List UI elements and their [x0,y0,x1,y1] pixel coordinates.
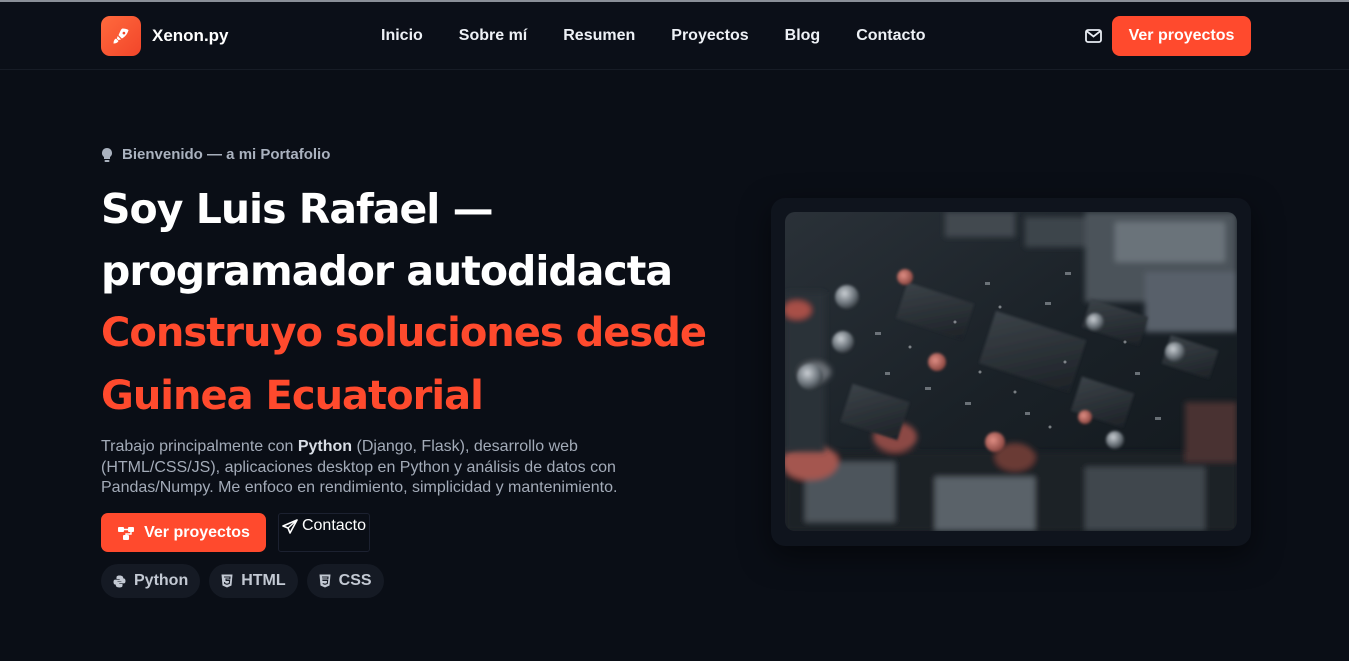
nav-link-resumen[interactable]: Resumen [563,27,635,45]
hero-title-line1: Soy Luis Rafael — [101,185,494,233]
hero-description: Trabajo principalmente con Python (Djang… [101,437,671,499]
hero-title-line2: programador autodidacta [101,247,673,295]
hero-eyebrow-text: Bienvenido — a mi Portafolio [122,146,331,163]
chip-python: Python [101,564,201,598]
python-icon [113,575,126,587]
css3-icon [319,574,331,588]
nav-link-proyectos[interactable]: Proyectos [671,27,748,45]
chip-html: HTML [209,564,298,598]
view-projects-button[interactable]: Ver proyectos [101,513,266,552]
nav-link-blog[interactable]: Blog [785,27,821,45]
chip-css-label: CSS [338,572,372,589]
view-projects-label: Ver proyectos [144,523,250,541]
circuit-board-image [785,212,1237,531]
chip-html-label: HTML [241,572,286,589]
html5-icon [221,574,233,588]
hero-title: Soy Luis Rafael — programador autodidact… [101,178,741,302]
hero-accent-heading: Construyo soluciones desde Guinea Ecuato… [101,302,741,428]
mail-icon[interactable] [1085,29,1102,43]
brand[interactable]: Xenon.py [101,16,229,56]
lightbulb-icon [102,147,112,162]
chip-python-label: Python [134,572,189,589]
nav-links: Inicio Sobre mí Resumen Proyectos Blog C… [381,27,962,45]
chip-css: CSS [306,564,384,598]
hero-accent-line2: Guinea Ecuatorial [101,373,484,419]
nav-link-inicio[interactable]: Inicio [381,27,423,45]
hero-image-card [771,198,1251,546]
contact-label: Contacto [301,517,367,534]
brand-name: Xenon.py [152,26,229,45]
nav-cta-button[interactable]: Ver proyectos [1112,16,1251,56]
hero-accent-line1: Construyo soluciones desde [101,310,707,356]
navbar: Xenon.py Inicio Sobre mí Resumen Proyect… [0,2,1349,70]
hero-desc-part1: Trabajo principalmente con [101,438,298,455]
nav-link-contacto[interactable]: Contacto [856,27,925,45]
hero-eyebrow: Bienvenido — a mi Portafolio [101,146,330,163]
hero-desc-bold: Python [297,438,353,455]
contact-button[interactable]: Contacto [278,513,370,552]
sitemap-icon [118,526,135,540]
paper-plane-icon [282,519,298,534]
rocket-icon [101,16,141,56]
nav-link-sobre-mi[interactable]: Sobre mí [459,27,527,45]
tech-chips: Python HTML CSS [101,564,393,598]
